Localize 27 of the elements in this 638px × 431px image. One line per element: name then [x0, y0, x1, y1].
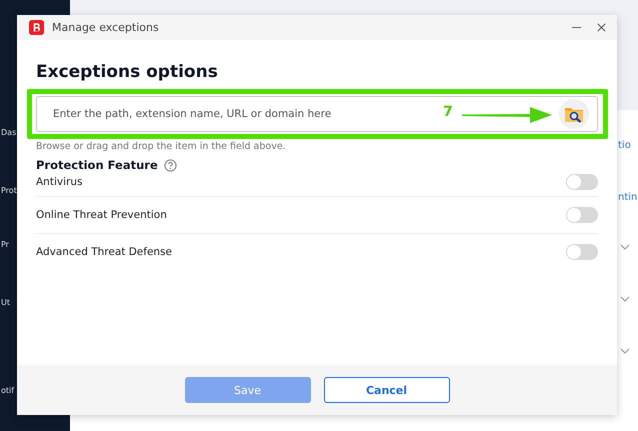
- feature-label: Advanced Threat Defense: [36, 246, 172, 258]
- toggle-switch[interactable]: [566, 207, 598, 223]
- window-title: Manage exceptions: [52, 21, 160, 34]
- feature-label: Antivirus: [36, 176, 82, 188]
- hint-text: Browse or drag and drop the item in the field above.: [36, 141, 287, 152]
- app-logo-icon: [29, 20, 44, 35]
- chevron-icon[interactable]: [620, 348, 630, 354]
- folder-search-icon: [564, 105, 584, 123]
- close-icon[interactable]: [596, 22, 607, 33]
- step-number: 7: [443, 104, 453, 120]
- sidebar-label[interactable]: Das: [1, 128, 17, 137]
- toggle-switch[interactable]: [566, 174, 598, 190]
- help-icon[interactable]: [164, 158, 177, 172]
- link-text[interactable]: ntin: [618, 192, 638, 203]
- chevron-icon[interactable]: [620, 296, 630, 302]
- sidebar-label[interactable]: otif: [1, 386, 17, 395]
- sidebar-label[interactable]: Prot: [1, 186, 17, 195]
- chevron-icon[interactable]: [620, 244, 630, 250]
- feature-label: Online Threat Prevention: [36, 209, 167, 221]
- toggle-switch[interactable]: [566, 244, 598, 260]
- link-text[interactable]: tio: [618, 140, 631, 151]
- sidebar-label[interactable]: Ut: [1, 298, 17, 307]
- section-title: Protection Feature: [36, 158, 158, 172]
- dialog-heading: Exceptions options: [36, 62, 219, 82]
- sidebar-label[interactable]: Pr: [1, 240, 17, 249]
- cancel-button[interactable]: Cancel: [324, 377, 450, 403]
- browse-button[interactable]: [559, 99, 589, 129]
